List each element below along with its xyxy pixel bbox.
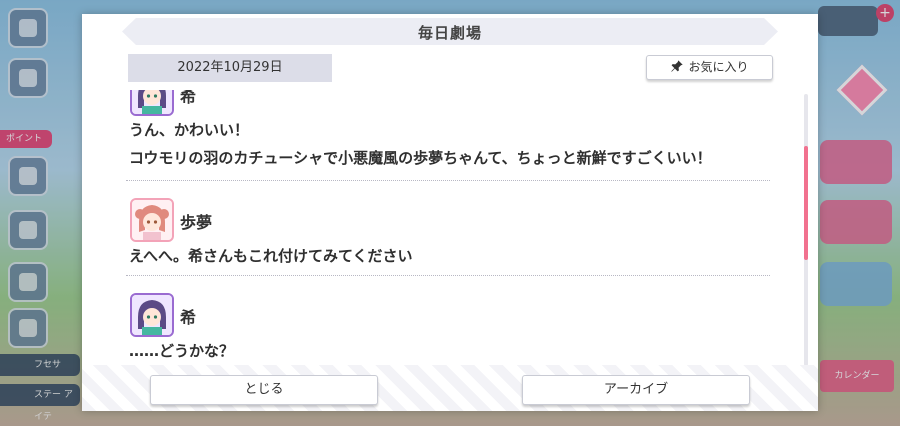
scrollbar-thumb[interactable] (804, 146, 808, 260)
divider (126, 180, 770, 181)
dialogue-line: えへへ。希さんもこれ付けてみてください (129, 247, 413, 265)
favorite-label: お気に入り (688, 60, 749, 74)
dialogue-entry: 希 ……どうかな？ (126, 293, 770, 364)
title-bar: 毎日劇場 (122, 18, 778, 45)
divider (126, 275, 770, 276)
speaker-name: 希 (180, 308, 197, 327)
scrollbar[interactable] (804, 94, 808, 366)
dialogue-line: コウモリの羽のカチューシャで小悪魔風の歩夢ちゃんて、ちょっと新鮮ですごくいい！ (129, 149, 712, 167)
close-button[interactable]: とじる (150, 375, 378, 405)
dialogue-log[interactable]: 希 うん、かわいい！ コウモリの羽のカチューシャで小悪魔風の歩夢ちゃんて、ちょっ… (126, 90, 772, 364)
date-label: 2022年10月29日 (128, 54, 332, 82)
avatar-ayumu (130, 198, 174, 242)
speaker-name: 歩夢 (180, 213, 213, 232)
avatar-nozomi (130, 293, 174, 337)
dialogue-line: ……どうかな？ (129, 342, 235, 360)
favorite-button[interactable]: お気に入り (646, 55, 773, 80)
avatar-nozomi (130, 90, 174, 116)
dialog-title: 毎日劇場 (417, 24, 482, 42)
dialogue-entry: 希 うん、かわいい！ コウモリの羽のカチューシャで小悪魔風の歩夢ちゃんて、ちょっ… (126, 90, 770, 172)
daily-theater-dialog: 毎日劇場 2022年10月29日 お気に入り 希 うん、かわいい！ コウモリの羽… (82, 14, 818, 411)
dialogue-line: うん、かわいい！ (129, 121, 250, 139)
speaker-name: 希 (180, 90, 197, 106)
pin-icon (671, 60, 684, 72)
dialogue-entry: 歩夢 えへへ。希さんもこれ付けてみてください (126, 198, 770, 270)
archive-button[interactable]: アーカイブ (522, 375, 750, 405)
